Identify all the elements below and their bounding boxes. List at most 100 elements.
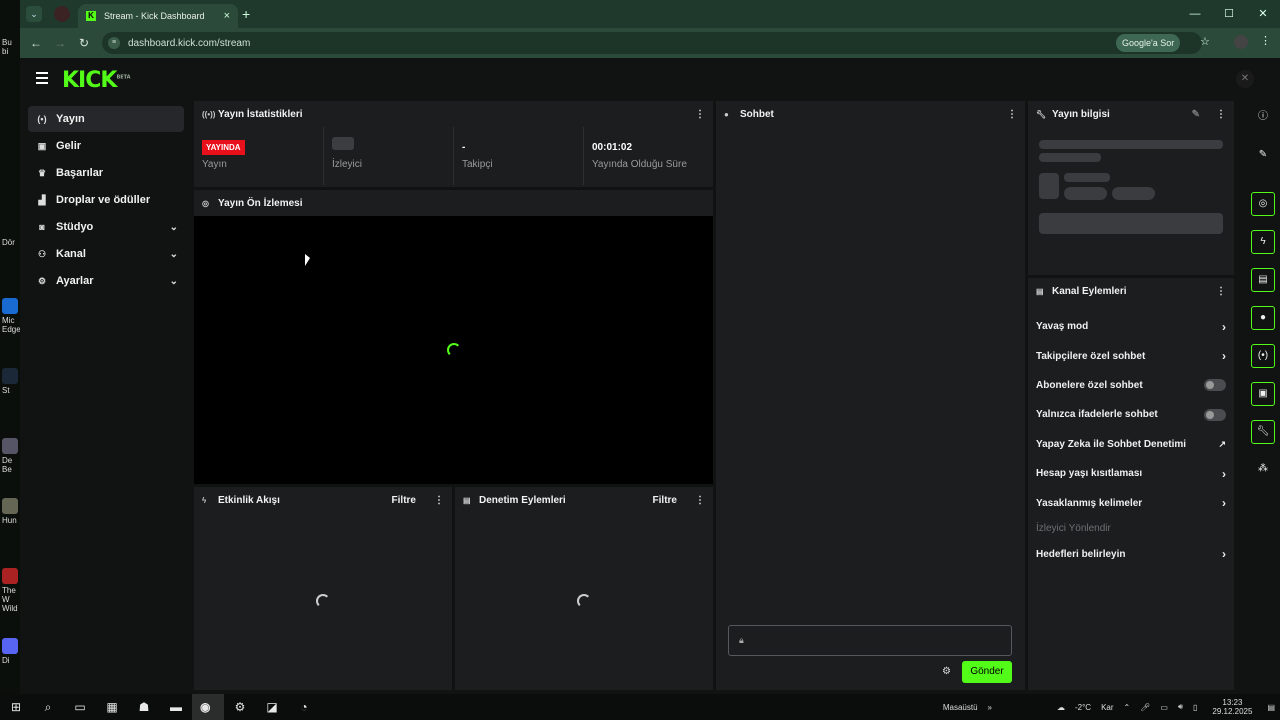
panel-header: ϟ Etkinlik Akışı Filtre ⋮ bbox=[202, 494, 444, 506]
edge-icon bbox=[2, 298, 18, 314]
close-window-icon[interactable]: ✕ bbox=[1246, 0, 1280, 28]
more-options-icon[interactable]: ⋮ bbox=[695, 109, 705, 120]
search-icon[interactable]: ⌕ bbox=[32, 694, 64, 720]
action-set-goals[interactable]: Hedefleri belirleyin › bbox=[1028, 540, 1234, 569]
teams-icon[interactable]: ☗ bbox=[128, 694, 160, 720]
browser-tab[interactable]: K Stream - Kick Dashboard × bbox=[78, 4, 238, 28]
stream-info-panel: 🔧︎ Yayın bilgisi ✎ ⋮ bbox=[1028, 101, 1234, 275]
desktop-icon[interactable]: Di bbox=[2, 638, 20, 665]
profile-avatar[interactable] bbox=[1234, 35, 1248, 49]
desktop-icon[interactable]: St bbox=[2, 368, 20, 395]
skeleton-line bbox=[1039, 140, 1223, 149]
menu-icon[interactable] bbox=[36, 72, 48, 87]
system-tray: Masaüstü » ☁ -2°C Kar ⌃ 🎤︎ ▭ 🔊︎ ▯ 13:23 2… bbox=[938, 694, 1280, 720]
desktop-icon[interactable]: Bu bi bbox=[2, 38, 20, 56]
maximize-icon[interactable]: ☐ bbox=[1212, 0, 1246, 28]
lightning-icon: ϟ bbox=[202, 495, 207, 505]
stream-preview-video[interactable] bbox=[194, 216, 713, 484]
action-banned-words[interactable]: Yasaklanmış kelimeler › bbox=[1028, 488, 1234, 517]
add-widget-icon[interactable]: ⁂ bbox=[1251, 458, 1275, 482]
more-options-icon[interactable]: ⋮ bbox=[1216, 286, 1226, 297]
filter-button[interactable]: Filtre bbox=[653, 495, 677, 506]
chrome-icon[interactable]: ◉ bbox=[192, 694, 224, 720]
sidebar-item-revenue[interactable]: ▣ Gelir bbox=[28, 133, 184, 159]
microphone-icon[interactable]: 🎤︎ bbox=[1140, 703, 1150, 712]
chevron-right-icon: › bbox=[1222, 496, 1226, 511]
volume-icon[interactable]: 🔊︎ bbox=[1178, 702, 1183, 712]
desktop-icon[interactable]: Mic Edge bbox=[2, 298, 21, 334]
battery-icon[interactable]: ▯ bbox=[1193, 703, 1197, 712]
amd-icon[interactable]: ◪ bbox=[256, 694, 288, 720]
sidebar-item-stream[interactable]: (•) Yayın bbox=[28, 106, 184, 132]
bookmark-star-icon[interactable]: ☆ bbox=[1200, 35, 1210, 48]
action-followers-only[interactable]: Takipçilere özel sohbet › bbox=[1028, 341, 1234, 370]
windows-start-icon[interactable]: ⊞ bbox=[0, 694, 32, 720]
back-icon[interactable]: ← bbox=[24, 36, 48, 50]
forward-icon[interactable]: → bbox=[48, 36, 72, 50]
google-ask-button[interactable]: Google'a Sor bbox=[1116, 34, 1181, 52]
sidebar-item-achievements[interactable]: ♛ Başarılar bbox=[28, 160, 184, 186]
more-options-icon[interactable]: ⋮ bbox=[1216, 109, 1226, 120]
steam-icon[interactable]: ⚙ bbox=[224, 694, 256, 720]
pencil-icon[interactable]: ✎ bbox=[1251, 144, 1275, 168]
steam-icon bbox=[2, 368, 18, 384]
desktop-icon[interactable]: Hun bbox=[2, 498, 20, 525]
clock[interactable]: 13:23 29.12.2025 bbox=[1207, 698, 1257, 716]
document-icon[interactable]: ▤ bbox=[1251, 268, 1275, 292]
pinned-tab-icon[interactable] bbox=[54, 6, 70, 22]
chat-settings-icon[interactable]: ⚙ bbox=[942, 666, 951, 677]
chat-bubble-icon[interactable]: ● bbox=[1251, 306, 1275, 330]
sidebar-item-settings[interactable]: ⚙ Ayarlar ⌄ bbox=[28, 268, 184, 294]
recorder-icon[interactable]: ◔ bbox=[288, 694, 320, 720]
live-badge: YAYINDA bbox=[202, 140, 245, 155]
sidebar-item-drops[interactable]: ▟ Droplar ve ödüller bbox=[28, 187, 184, 213]
browser-window: ⌄ K Stream - Kick Dashboard × + — ☐ ✕ ← … bbox=[20, 0, 1280, 694]
wrench-icon[interactable]: 🔧︎ bbox=[1251, 420, 1275, 444]
windows-taskbar: ⊞ ⌕ ▭ ▦ ☗ ▬ ◉ ⚙ ◪ ◔ Masaüstü » ☁ -2°C Ka… bbox=[0, 694, 1280, 720]
task-view-icon[interactable]: ▭ bbox=[64, 694, 96, 720]
chevron-down-icon: ⌄ bbox=[169, 221, 178, 233]
more-options-icon[interactable]: ⋮ bbox=[1007, 109, 1017, 120]
desktop-label[interactable]: Masaüstü bbox=[943, 703, 978, 712]
network-icon[interactable]: ▭ bbox=[1160, 703, 1168, 712]
url-field[interactable]: ≡ dashboard.kick.com/stream bbox=[102, 32, 1202, 54]
desktop-icon[interactable]: De Be bbox=[2, 438, 20, 474]
preview-toggle-icon[interactable]: ◎ bbox=[1251, 192, 1275, 216]
emotes-only-toggle[interactable] bbox=[1204, 408, 1226, 421]
reload-icon[interactable]: ↻ bbox=[72, 36, 96, 50]
sidebar-item-channel[interactable]: ⚇ Kanal ⌄ bbox=[28, 241, 184, 267]
site-info-icon[interactable]: ≡ bbox=[108, 37, 120, 49]
new-tab-icon[interactable]: + bbox=[242, 6, 250, 22]
channel-actions-icon[interactable]: ▣ bbox=[1251, 382, 1275, 406]
file-explorer-icon[interactable]: ▬ bbox=[160, 694, 192, 720]
weather-icon[interactable]: ☁ bbox=[1057, 703, 1065, 712]
notification-icon[interactable]: ▤ bbox=[1267, 703, 1275, 712]
subscribers-only-toggle[interactable] bbox=[1204, 379, 1226, 392]
desktop-icon[interactable]: Dör bbox=[2, 238, 20, 247]
more-options-icon[interactable]: ⋮ bbox=[695, 495, 705, 506]
lightning-icon[interactable]: ϟ bbox=[1251, 230, 1275, 254]
info-icon[interactable]: ⓘ bbox=[1251, 106, 1275, 130]
tab-search-button[interactable]: ⌄ bbox=[26, 6, 42, 22]
overflow-icon[interactable]: » bbox=[988, 703, 992, 712]
skeleton-thumb bbox=[1039, 173, 1059, 199]
edit-icon[interactable]: ✎ bbox=[1192, 109, 1200, 120]
broadcast-icon[interactable]: (•) bbox=[1251, 344, 1275, 368]
more-options-icon[interactable]: ⋮ bbox=[434, 495, 444, 506]
loading-spinner-icon bbox=[316, 594, 330, 608]
action-slow-mode[interactable]: Yavaş mod › bbox=[1028, 312, 1234, 341]
chevron-up-icon[interactable]: ⌃ bbox=[1124, 703, 1131, 712]
close-tab-icon[interactable]: × bbox=[224, 10, 230, 22]
browser-menu-icon[interactable]: ⋮ bbox=[1260, 34, 1271, 47]
kick-logo[interactable]: KICKBETA bbox=[62, 68, 131, 93]
user-avatar[interactable]: ✕ bbox=[1236, 70, 1254, 88]
action-ai-moderation[interactable]: Yapay Zeka ile Sohbet Denetimi ↗ bbox=[1028, 430, 1234, 459]
sidebar-item-studio[interactable]: ◙ Stüdyo ⌄ bbox=[28, 214, 184, 240]
send-button[interactable]: Gönder bbox=[962, 661, 1012, 683]
filter-button[interactable]: Filtre bbox=[392, 495, 416, 506]
action-account-age[interactable]: Hesap yaşı kısıtlaması › bbox=[1028, 459, 1234, 488]
desktop-icon[interactable]: The W Wild bbox=[2, 568, 20, 613]
chat-message-input[interactable]: 🔒︎ bbox=[728, 625, 1012, 656]
store-icon[interactable]: ▦ bbox=[96, 694, 128, 720]
minimize-icon[interactable]: — bbox=[1178, 0, 1212, 28]
